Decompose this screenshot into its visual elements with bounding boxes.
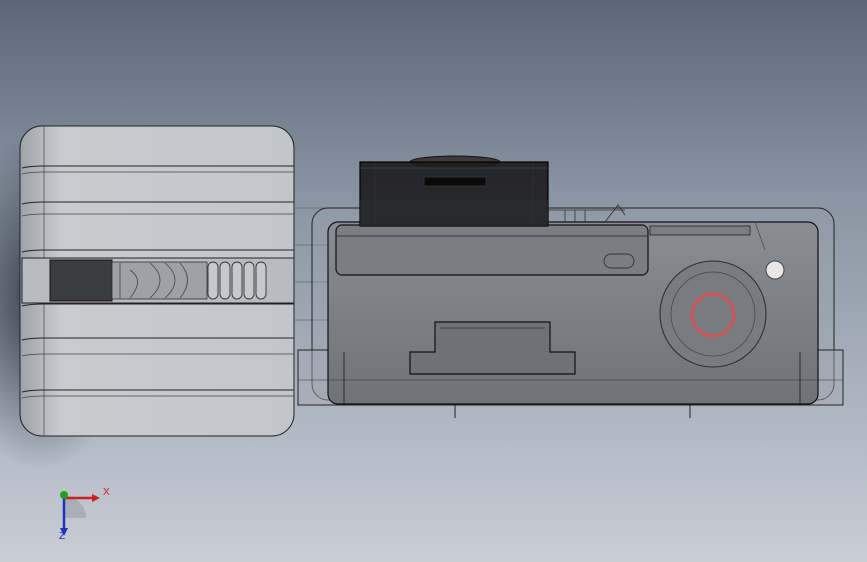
lens-cap [359,155,549,227]
camera-body [297,204,844,418]
z-axis-label: Z [59,531,66,542]
indicator-dot [765,260,785,280]
graphics-viewport[interactable]: X Z [0,0,867,562]
x-axis-label: X [103,487,110,498]
camera-model-drawing[interactable] [0,0,867,562]
y-axis-dot [60,491,68,499]
left-grip-part [19,125,295,437]
